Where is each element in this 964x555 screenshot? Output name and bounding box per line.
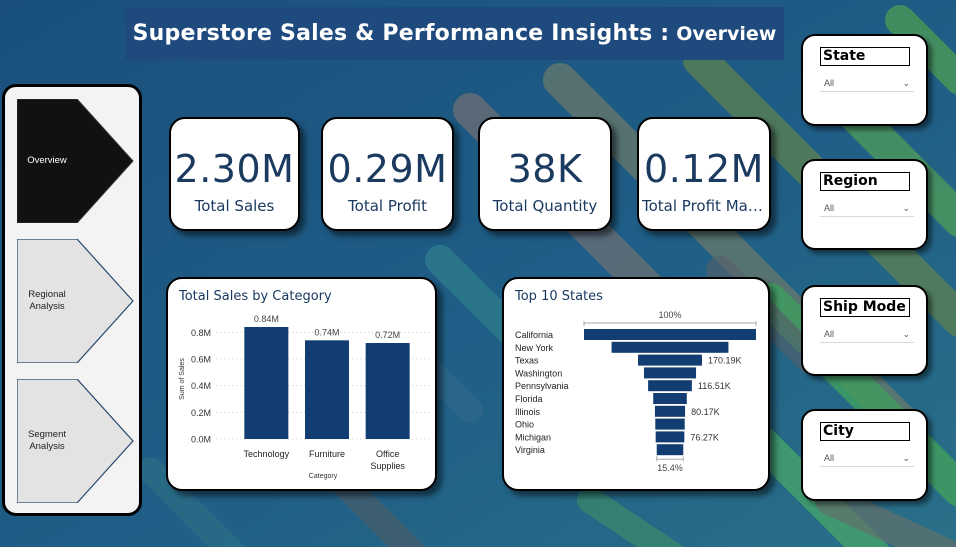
y-tick-label: 0.2M bbox=[191, 408, 211, 418]
funnel-bar-ohio bbox=[655, 418, 685, 430]
x-tick-label: Supplies bbox=[370, 461, 405, 471]
city-slicer-title: City bbox=[820, 422, 910, 441]
state-dropdown[interactable]: All ⌄ bbox=[820, 74, 914, 92]
funnel-bottom-percent: 15.4% bbox=[657, 463, 683, 473]
bar-data-label: 0.72M bbox=[375, 330, 400, 340]
region-dropdown[interactable]: All ⌄ bbox=[820, 199, 914, 217]
funnel-bar-texas bbox=[638, 354, 702, 366]
funnel-bar-new-york bbox=[611, 341, 729, 353]
x-tick-label: Office bbox=[376, 449, 399, 459]
nav-button-segment-analysis[interactable]: Segment Analysis bbox=[17, 379, 135, 503]
funnel-data-label: 80.17K bbox=[691, 407, 720, 417]
dashboard-canvas: Superstore Sales & Performance Insights … bbox=[0, 0, 964, 555]
chevron-down-icon: ⌄ bbox=[902, 329, 910, 339]
funnel-category-label: Ohio bbox=[515, 420, 534, 430]
funnel-category-label: Virginia bbox=[515, 445, 545, 455]
funnel-category-label: Illinois bbox=[515, 407, 541, 417]
ship-mode-dropdown-value: All bbox=[824, 329, 835, 339]
kpi-card-total-sales: 2.30M Total Sales bbox=[169, 117, 300, 231]
funnel-bar-michigan bbox=[655, 431, 685, 443]
state-slicer: State All ⌄ bbox=[801, 34, 928, 126]
nav-label-regional-analysis: Regional Analysis bbox=[28, 289, 66, 312]
bar-technology bbox=[244, 327, 289, 439]
funnel-category-label: Michigan bbox=[515, 432, 551, 442]
sales-by-category-chart: 0.0M 0.2M 0.4M 0.6M 0.8M Sum of Sales Category… bbox=[179, 314, 430, 480]
kpi-label-total-profit: Total Profit bbox=[348, 197, 427, 215]
funnel-top-percent: 100% bbox=[658, 310, 681, 320]
bar-furniture bbox=[305, 340, 349, 439]
y-tick-label: 0.6M bbox=[191, 355, 211, 365]
chevron-down-icon: ⌄ bbox=[902, 203, 910, 213]
y-tick-label: 0.8M bbox=[191, 328, 211, 338]
navigation-panel: Overview Regional Analysis Segment Analy… bbox=[2, 84, 142, 516]
funnel-bar-florida bbox=[653, 393, 687, 404]
kpi-value-total-sales: 2.30M bbox=[174, 147, 295, 191]
funnel-bar-illinois bbox=[654, 405, 686, 417]
nav-label-segment-analysis: Segment Analysis bbox=[27, 429, 67, 452]
funnel-bar-washington bbox=[643, 367, 697, 379]
chevron-down-icon: ⌄ bbox=[902, 453, 910, 463]
kpi-value-total-quantity: 38K bbox=[507, 147, 583, 191]
bar-data-label: 0.74M bbox=[314, 327, 339, 337]
funnel-data-label: 116.51K bbox=[698, 381, 731, 391]
top-states-card: Top 10 States 100% California New York Texa… bbox=[502, 277, 770, 491]
bar-office-supplies bbox=[365, 343, 410, 439]
y-tick-label: 0.4M bbox=[191, 381, 211, 391]
region-slicer-title: Region bbox=[820, 172, 910, 191]
ship-mode-dropdown[interactable]: All ⌄ bbox=[820, 325, 914, 343]
funnel-bar-california bbox=[584, 329, 756, 340]
x-tick-label: Furniture bbox=[309, 449, 345, 459]
city-slicer: City All ⌄ bbox=[801, 409, 928, 501]
nav-button-regional-analysis[interactable]: Regional Analysis bbox=[17, 239, 135, 363]
kpi-label-total-sales: Total Sales bbox=[194, 197, 275, 215]
x-tick-label: Technology bbox=[244, 449, 290, 459]
funnel-category-label: California bbox=[515, 330, 553, 340]
funnel-category-label: Florida bbox=[515, 394, 543, 404]
kpi-card-total-profit-margin: 0.12M Total Profit Margin bbox=[637, 117, 771, 231]
top-states-funnel-chart: 100% California New York Texas 170.19K Washin… bbox=[515, 310, 757, 473]
y-axis-label: Sum of Sales bbox=[179, 358, 186, 400]
funnel-data-label: 76.27K bbox=[690, 432, 719, 442]
kpi-card-total-quantity: 38K Total Quantity bbox=[478, 117, 612, 231]
city-dropdown-value: All bbox=[824, 453, 835, 463]
page-title: Superstore Sales & Performance Insights … bbox=[132, 21, 670, 46]
funnel-bar-pennsylvania bbox=[648, 380, 692, 392]
page-subtitle: Overview bbox=[676, 22, 777, 45]
funnel-category-label: Texas bbox=[515, 356, 539, 366]
sales-by-category-card: Total Sales by Category 0.0M 0.2M 0.4M 0.6M… bbox=[166, 277, 437, 491]
kpi-value-total-profit: 0.29M bbox=[327, 147, 448, 191]
state-dropdown-value: All bbox=[824, 78, 835, 88]
ship-mode-slicer: Ship Mode All ⌄ bbox=[801, 285, 928, 376]
funnel-category-label: New York bbox=[515, 343, 554, 353]
region-dropdown-value: All bbox=[824, 203, 835, 213]
city-dropdown[interactable]: All ⌄ bbox=[820, 449, 914, 467]
kpi-card-total-profit: 0.29M Total Profit bbox=[321, 117, 454, 231]
funnel-category-label: Pennsylvania bbox=[515, 381, 569, 391]
funnel-bar-virginia bbox=[656, 444, 684, 456]
kpi-label-total-profit-margin: Total Profit Margin bbox=[642, 197, 766, 215]
x-axis-label: Category bbox=[309, 473, 338, 480]
funnel-data-label: 170.19K bbox=[708, 356, 742, 366]
funnel-category-label: Washington bbox=[515, 368, 562, 378]
state-slicer-title: State bbox=[820, 47, 910, 66]
y-tick-label: 0.0M bbox=[191, 435, 211, 445]
region-slicer: Region All ⌄ bbox=[801, 159, 928, 250]
chevron-down-icon: ⌄ bbox=[902, 78, 910, 88]
dashboard-title-banner: Superstore Sales & Performance Insights … bbox=[125, 7, 784, 60]
ship-mode-slicer-title: Ship Mode bbox=[820, 298, 910, 317]
nav-label-overview: Overview bbox=[27, 155, 67, 166]
bar-data-label: 0.84M bbox=[254, 314, 279, 324]
nav-button-overview[interactable]: Overview bbox=[17, 99, 135, 223]
kpi-label-total-quantity: Total Quantity bbox=[492, 197, 598, 215]
kpi-value-total-profit-margin: 0.12M bbox=[644, 147, 764, 191]
